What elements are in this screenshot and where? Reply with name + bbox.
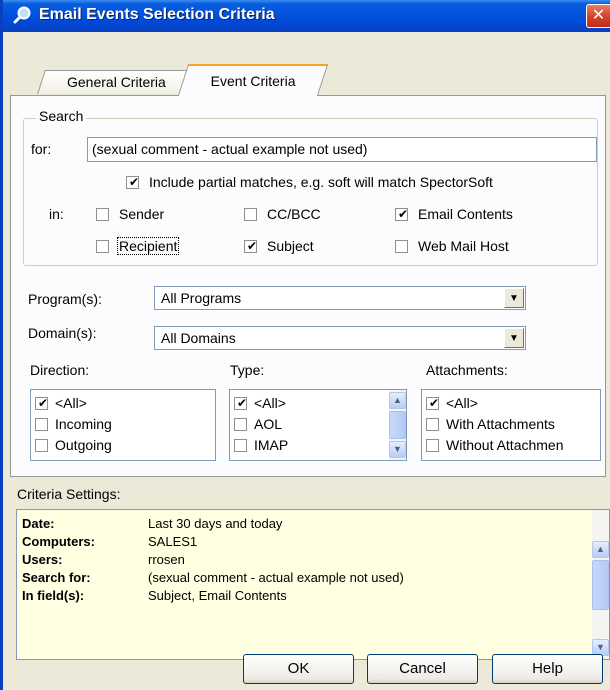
search-for-input[interactable]: (sexual comment - actual example not use… xyxy=(87,137,597,162)
check-icon: ✔ xyxy=(129,175,140,189)
program-select[interactable]: All Programs ▼ xyxy=(154,286,526,310)
list-item-label: <All> xyxy=(254,395,286,411)
partial-matches-checkbox[interactable]: ✔ xyxy=(126,176,139,189)
settings-key: In field(s): xyxy=(22,588,85,603)
attachments-list[interactable]: ✔ <All> With Attachments Without Attachme… xyxy=(421,389,601,461)
domain-select[interactable]: All Domains ▼ xyxy=(154,326,526,350)
web-mail-host-checkbox[interactable] xyxy=(395,240,408,253)
dialog-window: Email Events Selection Criteria ✕ Genera… xyxy=(0,0,610,690)
check-icon: ✔ xyxy=(237,396,248,410)
list-item-label: AOL xyxy=(254,416,283,432)
settings-value: (sexual comment - actual example not use… xyxy=(148,570,404,585)
tab-event-criteria[interactable]: Event Criteria xyxy=(177,64,329,96)
sender-label: Sender xyxy=(119,206,165,222)
direction-incoming-checkbox[interactable] xyxy=(35,418,48,431)
recipient-label: Recipient xyxy=(117,237,180,255)
check-icon: ✔ xyxy=(247,239,258,253)
type-label: Type: xyxy=(230,362,265,378)
list-item-label: <All> xyxy=(446,395,478,411)
with-attachments-checkbox[interactable] xyxy=(426,418,439,431)
program-value: All Programs xyxy=(161,290,242,306)
tab-general-criteria-label: General Criteria xyxy=(66,74,166,90)
cancel-button[interactable]: Cancel xyxy=(367,654,478,684)
scroll-up-icon[interactable]: ▲ xyxy=(592,541,609,558)
without-attachments-checkbox[interactable] xyxy=(426,439,439,452)
direction-label: Direction: xyxy=(30,362,90,378)
subject-label: Subject xyxy=(267,238,314,254)
list-item-label: Without Attachmen xyxy=(446,437,564,453)
ok-button[interactable]: OK xyxy=(243,654,354,684)
title-bar[interactable]: Email Events Selection Criteria ✕ xyxy=(3,0,610,32)
list-item-label: With Attachments xyxy=(446,416,555,432)
email-contents-label: Email Contents xyxy=(418,206,513,222)
attachments-label: Attachments: xyxy=(426,362,508,378)
chevron-down-icon[interactable]: ▼ xyxy=(504,288,524,308)
ccbcc-label: CC/BCC xyxy=(267,206,321,222)
list-item-label: <All> xyxy=(55,395,87,411)
scroll-thumb[interactable] xyxy=(592,560,609,610)
close-button[interactable]: ✕ xyxy=(586,4,610,28)
email-contents-checkbox[interactable]: ✔ xyxy=(395,208,408,221)
settings-key: Users: xyxy=(22,552,63,567)
settings-value: SALES1 xyxy=(148,534,198,549)
help-button[interactable]: Help xyxy=(492,654,603,684)
criteria-settings-label: Criteria Settings: xyxy=(17,486,121,502)
search-group-label: Search xyxy=(36,108,87,124)
scroll-thumb[interactable] xyxy=(389,411,406,439)
list-item-label: Incoming xyxy=(55,416,112,432)
settings-value: Last 30 days and today xyxy=(148,516,283,531)
in-label: in: xyxy=(49,206,64,222)
for-label: for: xyxy=(31,141,52,157)
tab-general-criteria[interactable]: General Criteria xyxy=(37,70,195,94)
list-item-label: Outgoing xyxy=(55,437,112,453)
scroll-up-icon[interactable]: ▲ xyxy=(389,392,406,409)
settings-value: Subject, Email Contents xyxy=(148,588,287,603)
criteria-settings-panel[interactable]: Date: Last 30 days and today Computers: SA… xyxy=(16,509,610,660)
partial-matches-label: Include partial matches, e.g. soft will … xyxy=(149,174,493,190)
type-all-checkbox[interactable]: ✔ xyxy=(234,397,247,410)
search-for-text: (sexual comment - actual example not use… xyxy=(92,141,368,157)
tab-event-criteria-label: Event Criteria xyxy=(210,73,296,89)
recipient-checkbox[interactable] xyxy=(96,240,109,253)
settings-scrollbar[interactable]: ▲ ▼ xyxy=(592,510,609,659)
domain-label: Domain(s): xyxy=(28,325,97,341)
ccbcc-checkbox[interactable] xyxy=(244,208,257,221)
search-magnifier-icon xyxy=(13,6,31,24)
settings-value: rrosen xyxy=(148,552,185,567)
settings-key: Search for: xyxy=(22,570,91,585)
direction-outgoing-checkbox[interactable] xyxy=(35,439,48,452)
program-label: Program(s): xyxy=(28,291,102,307)
direction-all-checkbox[interactable]: ✔ xyxy=(35,397,48,410)
window-title: Email Events Selection Criteria xyxy=(39,6,275,23)
chevron-down-icon[interactable]: ▼ xyxy=(504,328,524,348)
type-imap-checkbox[interactable] xyxy=(234,439,247,452)
sender-checkbox[interactable] xyxy=(96,208,109,221)
check-icon: ✔ xyxy=(398,207,409,221)
list-item-label: IMAP xyxy=(254,437,289,453)
type-aol-checkbox[interactable] xyxy=(234,418,247,431)
settings-key: Computers: xyxy=(22,534,95,549)
check-icon: ✔ xyxy=(38,396,49,410)
close-icon: ✕ xyxy=(591,7,606,24)
type-list[interactable]: ✔ <All> AOL IMAP ▲ ▼ xyxy=(229,389,407,461)
settings-key: Date: xyxy=(22,516,55,531)
subject-checkbox[interactable]: ✔ xyxy=(244,240,257,253)
web-mail-host-label: Web Mail Host xyxy=(418,238,509,254)
attachments-all-checkbox[interactable]: ✔ xyxy=(426,397,439,410)
check-icon: ✔ xyxy=(429,396,440,410)
domain-value: All Domains xyxy=(161,330,236,346)
type-list-scrollbar[interactable]: ▲ ▼ xyxy=(389,390,406,460)
direction-list[interactable]: ✔ <All> Incoming Outgoing xyxy=(30,389,216,461)
scroll-down-icon[interactable]: ▼ xyxy=(389,441,406,458)
